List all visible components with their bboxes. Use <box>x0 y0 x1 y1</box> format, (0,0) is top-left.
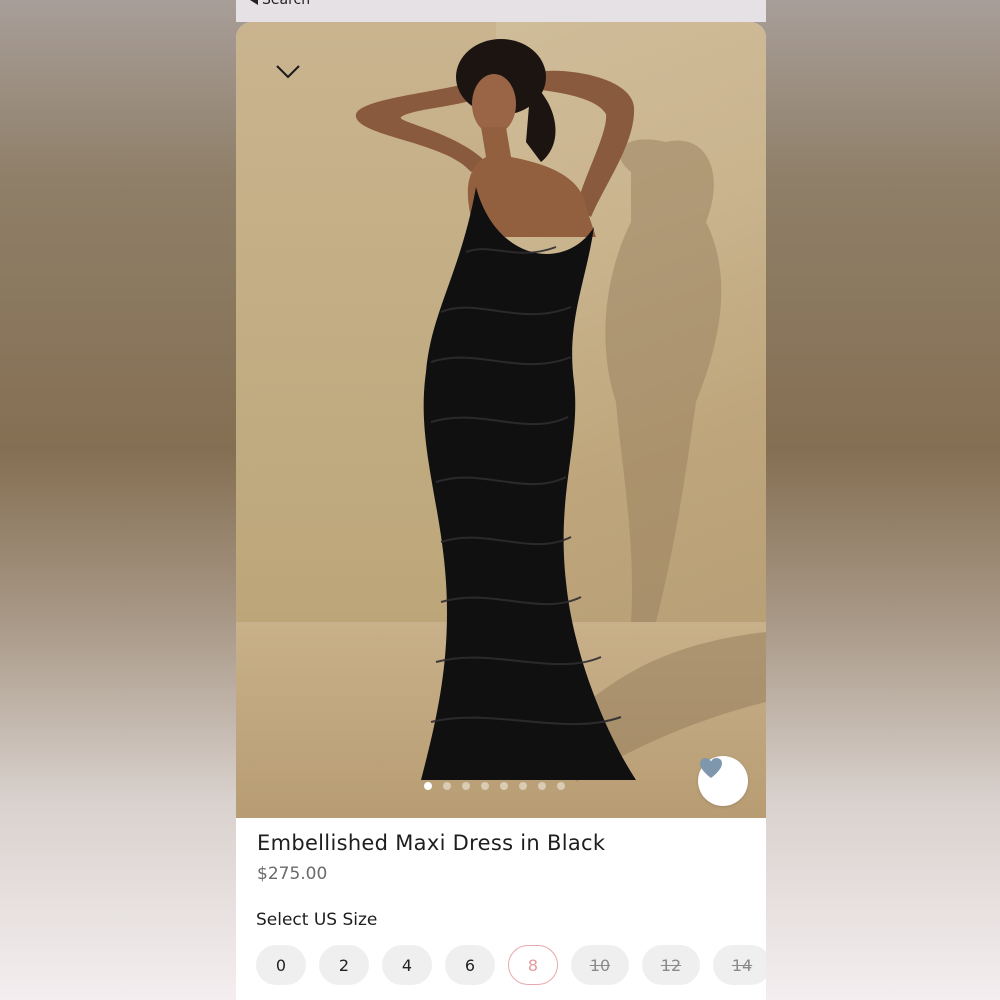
page: Search Embellished Maxi Dress in Black $… <box>0 0 1000 1000</box>
size-option-0[interactable]: 0 <box>256 945 306 985</box>
size-option-8[interactable]: 8 <box>508 945 558 985</box>
favorite-button[interactable] <box>698 756 748 806</box>
pagination-dot[interactable] <box>538 782 546 790</box>
pagination-dot[interactable] <box>443 782 451 790</box>
pagination-dot[interactable] <box>557 782 565 790</box>
product-price: $275.00 <box>257 864 328 884</box>
pagination-dot[interactable] <box>462 782 470 790</box>
size-option-12[interactable]: 12 <box>642 945 700 985</box>
product-image[interactable] <box>236 22 766 818</box>
top-bar <box>236 0 766 22</box>
blurred-background-left <box>0 0 236 1000</box>
pagination-dot[interactable] <box>481 782 489 790</box>
pagination-dot[interactable] <box>424 782 432 790</box>
product-sheet: Embellished Maxi Dress in Black $275.00 … <box>236 22 766 1000</box>
pagination-dot[interactable] <box>519 782 527 790</box>
size-option-4[interactable]: 4 <box>382 945 432 985</box>
size-option-14[interactable]: 14 <box>713 945 766 985</box>
size-options: 0 2 4 6 8 10 12 14 <box>256 945 766 985</box>
blurred-background-right <box>764 0 1000 1000</box>
collapse-chevron-button[interactable] <box>272 60 304 84</box>
pagination-dot[interactable] <box>500 782 508 790</box>
size-option-2[interactable]: 2 <box>319 945 369 985</box>
back-arrow-icon <box>250 0 258 5</box>
size-option-10[interactable]: 10 <box>571 945 629 985</box>
model-illustration <box>355 39 766 782</box>
chevron-down-icon <box>276 65 300 79</box>
back-to-search-link[interactable]: Search <box>250 0 310 8</box>
product-title: Embellished Maxi Dress in Black <box>257 831 606 855</box>
back-link-label: Search <box>262 0 311 8</box>
size-option-6[interactable]: 6 <box>445 945 495 985</box>
image-pagination-dots[interactable] <box>424 782 565 790</box>
size-selector-label: Select US Size <box>256 910 378 930</box>
heart-icon <box>700 758 722 778</box>
